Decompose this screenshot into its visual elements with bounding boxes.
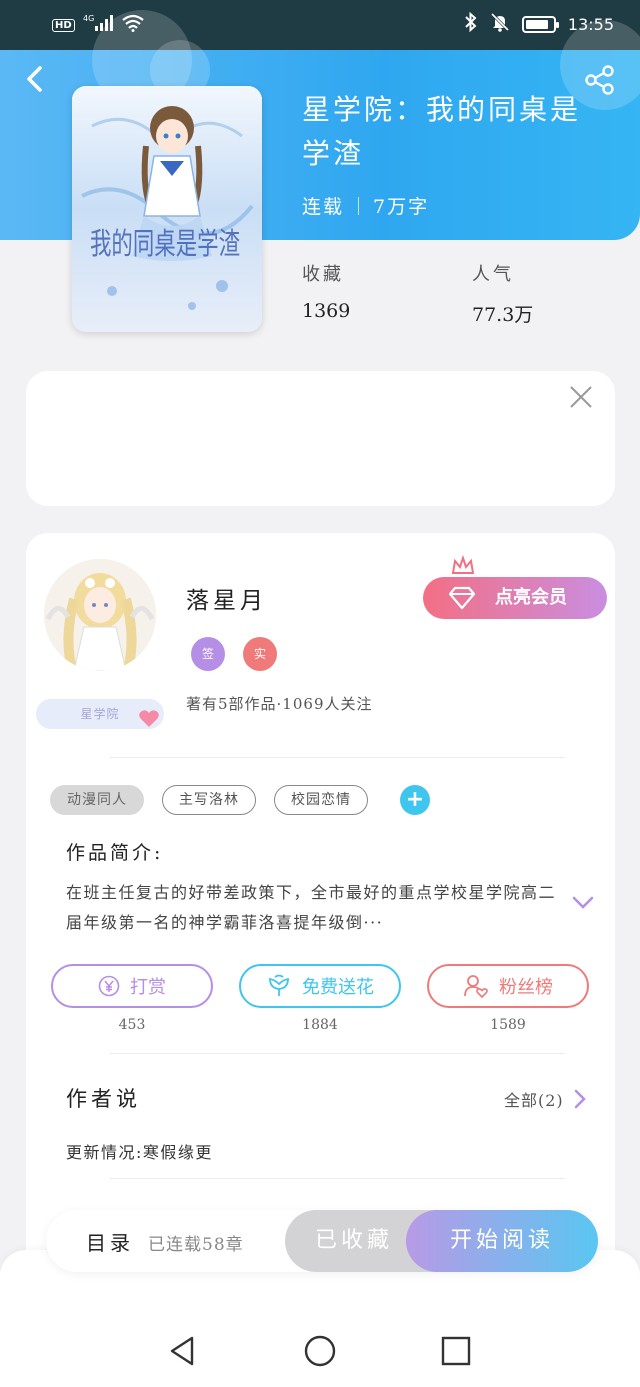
author-says-content: 更新情况:寒假缘更 xyxy=(66,1143,213,1162)
book-cover[interactable]: 我的同桌是学渣 xyxy=(72,86,262,332)
reward-button[interactable]: 打赏 xyxy=(51,964,213,1008)
intro-text: 在班主任复古的好带差政策下，全市最好的重点学校星学院高二届年级第一名的神学霸菲洛… xyxy=(66,883,557,932)
heart-icon xyxy=(138,709,160,733)
bottom-action-bar: 目录 已连载58章 已收藏 开始阅读 xyxy=(46,1210,598,1272)
toc-button[interactable]: 目录 xyxy=(86,1227,134,1256)
chevron-down-icon xyxy=(572,896,594,909)
author-stats: 著有5部作品·1069人关注 xyxy=(186,695,373,713)
yen-icon xyxy=(98,975,120,997)
system-nav-bar xyxy=(0,1320,640,1387)
triangle-back-icon xyxy=(170,1336,194,1366)
tag-item[interactable]: 主写洛林 xyxy=(162,785,256,815)
popularity-value: 77.3万 xyxy=(472,304,534,326)
nav-back-button[interactable] xyxy=(166,1334,200,1368)
book-meta: 连载 7万字 xyxy=(302,192,429,219)
author-says-all-link[interactable]: 全部(2) xyxy=(504,1087,564,1111)
intro-label: 作品简介: xyxy=(66,842,164,864)
reward-count: 453 xyxy=(118,1017,146,1033)
circle-home-icon xyxy=(304,1335,336,1367)
close-icon xyxy=(570,386,592,408)
author-card: 星学院 落星月 签 实 著有5部作品·1069人关注 点亮会员 动漫同人 主写洛… xyxy=(26,533,615,1253)
signal-label: 4G xyxy=(83,14,94,23)
reward-label: 打赏 xyxy=(130,977,166,998)
divider xyxy=(110,757,565,758)
fans-label: 粉丝榜 xyxy=(499,977,553,998)
cover-illustration: 我的同桌是学渣 xyxy=(72,86,262,332)
fans-button[interactable]: 粉丝榜 xyxy=(427,964,589,1008)
add-tag-button[interactable]: + xyxy=(400,785,430,815)
divider xyxy=(110,1178,565,1179)
signed-badge: 签 xyxy=(191,637,225,671)
author-says-label: 作者说 xyxy=(66,1087,141,1111)
favorites-label: 收藏 xyxy=(302,264,344,285)
flower-label: 免费送花 xyxy=(302,977,374,998)
crown-icon xyxy=(451,554,475,577)
expand-intro-button[interactable] xyxy=(572,895,594,909)
back-button[interactable] xyxy=(22,64,52,94)
divider xyxy=(110,1053,565,1054)
tag-item[interactable]: 动漫同人 xyxy=(50,785,144,815)
flower-button[interactable]: 免费送花 xyxy=(239,964,401,1008)
mute-bell-icon xyxy=(490,12,510,36)
ad-close-button[interactable] xyxy=(569,385,593,409)
start-reading-button[interactable]: 开始阅读 xyxy=(406,1210,598,1272)
ad-card xyxy=(26,371,615,506)
user-heart-icon xyxy=(464,975,488,998)
author-name[interactable]: 落星月 xyxy=(186,581,267,615)
verified-badge: 实 xyxy=(243,637,277,671)
diamond-icon xyxy=(449,586,475,610)
nav-recents-button[interactable] xyxy=(439,1334,473,1368)
avatar-illustration xyxy=(44,559,156,671)
tag-item[interactable]: 校园恋情 xyxy=(274,785,368,815)
battery-icon xyxy=(521,15,559,33)
chevron-right-icon[interactable] xyxy=(574,1089,586,1109)
network-type: HD xyxy=(52,18,75,32)
fans-count: 1589 xyxy=(490,1017,526,1033)
bluetooth-icon xyxy=(464,11,478,36)
book-word-count: 7万字 xyxy=(373,196,430,218)
nav-home-button[interactable] xyxy=(303,1334,337,1368)
vip-button[interactable]: 点亮会员 xyxy=(423,577,607,619)
chevron-left-icon xyxy=(27,66,42,92)
meta-divider xyxy=(358,196,360,215)
tag-list: 动漫同人 主写洛林 校园恋情 + xyxy=(50,785,430,815)
vip-button-label: 点亮会员 xyxy=(495,587,567,608)
book-title: 星学院：我的同桌是学渣 xyxy=(302,93,582,170)
chapter-status: 已连载58章 xyxy=(148,1235,244,1255)
square-recents-icon xyxy=(441,1336,471,1366)
author-avatar[interactable] xyxy=(44,559,156,671)
book-status: 连载 xyxy=(302,196,345,218)
popularity-label: 人气 xyxy=(472,264,514,285)
cover-title: 我的同桌是学渣 xyxy=(90,227,240,262)
favorites-value: 1369 xyxy=(302,300,351,322)
flower-count: 1884 xyxy=(302,1017,338,1033)
flower-icon xyxy=(269,974,289,996)
